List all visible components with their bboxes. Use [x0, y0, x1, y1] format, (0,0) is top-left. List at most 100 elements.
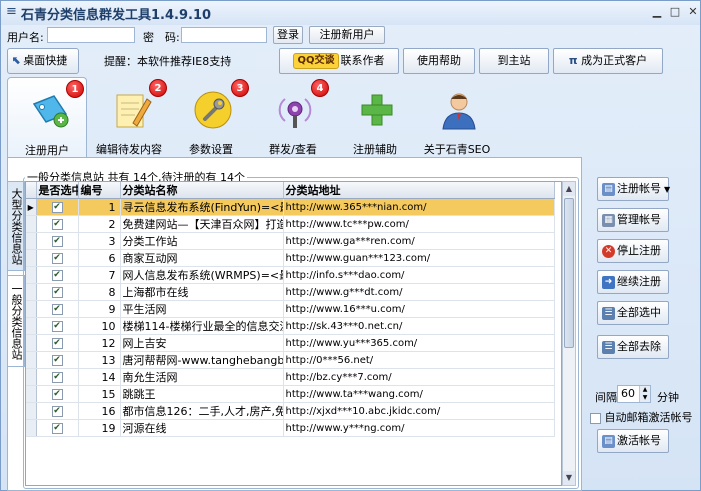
- auto-activate-box[interactable]: [590, 412, 601, 424]
- select-all-button[interactable]: ☰ 全部选中: [597, 301, 669, 325]
- row-checkbox[interactable]: ✔: [51, 270, 63, 281]
- deselect-all-button[interactable]: ☰ 全部去除: [597, 335, 669, 359]
- password-input[interactable]: [181, 27, 267, 43]
- row-checkbox-cell[interactable]: ✔: [36, 419, 79, 437]
- table-row[interactable]: ✔ 8 上海都市在线 http://www.g***dt.com/: [26, 283, 555, 301]
- row-checkbox[interactable]: ✔: [51, 372, 63, 383]
- table-row[interactable]: ✔ 9 平生活网 http://www.16***u.com/: [26, 300, 555, 318]
- row-checkbox[interactable]: ✔: [51, 304, 63, 315]
- table-row[interactable]: ▶ ✔ 1 寻云信息发布系统(FindYun)=<最 http://www.365***…: [26, 198, 555, 216]
- tool-label: 群发/查看: [269, 143, 317, 156]
- tool-label: 关于石青SEO: [423, 143, 491, 156]
- row-checkbox[interactable]: ✔: [51, 321, 63, 332]
- table-row[interactable]: ✔ 3 分类工作站 http://www.ga***ren.com/: [26, 232, 555, 250]
- row-site-url: http://xjxd***10.abc.jkidc.com/: [283, 402, 555, 420]
- row-checkbox[interactable]: ✔: [51, 202, 63, 213]
- table-row[interactable]: ✔ 6 商家互动网 http://www.guan***123.com/: [26, 249, 555, 267]
- row-checkbox[interactable]: ✔: [51, 423, 63, 434]
- activate-card-icon: ▤: [602, 434, 615, 448]
- row-site-name: 商家互动网: [120, 249, 284, 267]
- tool-about[interactable]: 关于石青SEO: [417, 77, 497, 157]
- row-checkbox-cell[interactable]: ✔: [36, 351, 79, 369]
- close-icon[interactable]: ✕: [685, 5, 701, 19]
- tool-edit-content[interactable]: 2 编辑待发内容: [89, 77, 169, 157]
- auto-activate-checkbox[interactable]: 自动邮箱激活帐号: [590, 409, 693, 425]
- row-checkbox-cell[interactable]: ✔: [36, 334, 79, 352]
- table-row[interactable]: ✔ 19 河源在线 http://www.y***ng.com/: [26, 419, 555, 437]
- continue-register-button[interactable]: ➜ 继续注册: [597, 270, 669, 294]
- table-row[interactable]: ✔ 2 免费建网站—【天津百众网】打造 http://www.tc***pw.com/: [26, 215, 555, 233]
- scroll-thumb[interactable]: [564, 198, 574, 348]
- help-button[interactable]: 使用帮助: [403, 48, 475, 74]
- to-main-site-button[interactable]: 到主站: [479, 48, 549, 74]
- table-row[interactable]: ✔ 16 都市信息126：二手,人才,房产,免费 http://xjxd***10.a…: [26, 402, 555, 420]
- row-checkbox[interactable]: ✔: [51, 389, 63, 400]
- tool-label: 注册辅助: [353, 143, 397, 156]
- row-checkbox-cell[interactable]: ✔: [36, 198, 79, 216]
- title-bar: ≡ 石青分类信息群发工具1.4.9.10 ▁ □ ✕: [1, 1, 700, 25]
- table-row[interactable]: ✔ 14 南允生活网 http://bz.cy***7.com/: [26, 368, 555, 386]
- register-account-button[interactable]: ▤ 注册帐号 ▼: [597, 177, 670, 201]
- username-input[interactable]: [47, 27, 135, 43]
- header-number[interactable]: 编号: [78, 182, 121, 199]
- row-checkbox-cell[interactable]: ✔: [36, 283, 79, 301]
- manage-account-button[interactable]: ▦ 管理帐号: [597, 208, 669, 232]
- row-checkbox-cell[interactable]: ✔: [36, 300, 79, 318]
- row-checkbox[interactable]: ✔: [51, 338, 63, 349]
- row-checkbox-cell[interactable]: ✔: [36, 249, 79, 267]
- row-pointer-cell: [26, 266, 37, 284]
- row-checkbox[interactable]: ✔: [51, 287, 63, 298]
- table-row[interactable]: ✔ 12 网上吉安 http://www.yu***365.com/: [26, 334, 555, 352]
- row-checkbox-cell[interactable]: ✔: [36, 232, 79, 250]
- tool-register-user[interactable]: 1 注册用户: [7, 77, 87, 157]
- table-row[interactable]: ✔ 10 楼梯114-楼梯行业最全的信息交流 http://sk.43***0.net…: [26, 317, 555, 335]
- spinner-down-icon[interactable]: ▼: [639, 394, 650, 402]
- login-button[interactable]: 登录: [273, 26, 303, 44]
- maximize-icon[interactable]: □: [667, 5, 683, 19]
- header-site-name[interactable]: 分类站名称: [120, 182, 284, 199]
- table-row[interactable]: ✔ 7 网人信息发布系统(WRMPS)=<最 http://info.s***dao.…: [26, 266, 555, 284]
- plus-icon: [361, 94, 393, 126]
- desktop-shortcut-button[interactable]: ⬉ 桌面快捷: [7, 48, 79, 74]
- stop-register-button[interactable]: ✕ 停止注册: [597, 239, 669, 263]
- table-row[interactable]: ✔ 15 跳跳王 http://www.ta***wang.com/: [26, 385, 555, 403]
- row-checkbox[interactable]: ✔: [51, 236, 63, 247]
- row-checkbox-cell[interactable]: ✔: [36, 266, 79, 284]
- spinner-up-icon[interactable]: ▲: [639, 386, 650, 394]
- tool-settings[interactable]: 3 参数设置: [171, 77, 251, 157]
- tool-broadcast[interactable]: 4 群发/查看: [253, 77, 333, 157]
- register-new-user-button[interactable]: 注册新用户: [309, 26, 385, 44]
- scroll-down-icon[interactable]: ▼: [563, 471, 575, 485]
- contact-author-button[interactable]: QQ交谈 联系作者: [279, 48, 399, 74]
- app-menu-icon[interactable]: ≡: [6, 5, 18, 19]
- stop-icon: ✕: [602, 244, 615, 258]
- row-checkbox[interactable]: ✔: [51, 406, 63, 417]
- table-row[interactable]: ✔ 13唐河帮帮网-www.tanghebangbanghttp://0***56…: [26, 351, 555, 369]
- minimize-icon[interactable]: ▁: [649, 5, 665, 19]
- header-selected[interactable]: 是否选中: [36, 182, 79, 199]
- row-checkbox-cell[interactable]: ✔: [36, 317, 79, 335]
- header-site-url[interactable]: 分类站地址: [283, 182, 555, 199]
- row-checkbox[interactable]: ✔: [51, 253, 63, 264]
- row-checkbox-cell[interactable]: ✔: [36, 402, 79, 420]
- site-table: 是否选中 编号 分类站名称 分类站地址 ▶ ✔ 1寻云信息发布系统(FindYun)…: [26, 182, 555, 437]
- activate-account-button[interactable]: ▤ 激活帐号: [597, 429, 669, 453]
- row-checkbox[interactable]: ✔: [51, 355, 63, 366]
- become-member-button[interactable]: π 成为正式客户: [553, 48, 663, 74]
- scroll-up-icon[interactable]: ▲: [563, 182, 575, 196]
- row-checkbox[interactable]: ✔: [51, 219, 63, 230]
- row-checkbox-cell[interactable]: ✔: [36, 368, 79, 386]
- vertical-scrollbar[interactable]: ▲ ▼: [562, 181, 576, 486]
- tool-register-assist[interactable]: 注册辅助: [335, 77, 415, 157]
- interval-spinner[interactable]: 60 ▲ ▼: [617, 385, 651, 403]
- row-site-url: http://www.g***dt.com/: [283, 283, 555, 301]
- step-badge-1: 1: [66, 80, 84, 98]
- row-site-url: http://www.ta***wang.com/: [283, 385, 555, 403]
- row-checkbox-cell[interactable]: ✔: [36, 385, 79, 403]
- row-checkbox-cell[interactable]: ✔: [36, 215, 79, 233]
- login-row: 用户名: 密 码: 登录 注册新用户: [1, 25, 700, 45]
- step-badge-4: 4: [311, 79, 329, 97]
- manage-card-icon: ▦: [602, 213, 615, 227]
- table-body: ▶ ✔ 1 寻云信息发布系统(FindYun)=<最 http://www.365***…: [26, 198, 555, 437]
- row-pointer-cell: ▶: [26, 198, 37, 216]
